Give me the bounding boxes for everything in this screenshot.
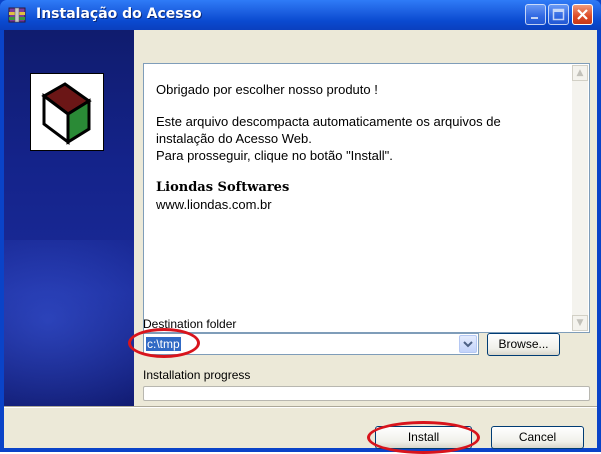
window-title: Instalação do Acesso (36, 6, 202, 22)
close-icon (577, 9, 588, 20)
message-box[interactable]: Obrigado por escolher nosso produto ! Es… (143, 63, 590, 333)
maximize-icon (552, 8, 565, 21)
description-line-2: instalação do Acesso Web. (156, 131, 312, 146)
destination-folder-combo[interactable]: c:\tmp (143, 333, 479, 355)
minimize-icon (531, 17, 538, 19)
maximize-button[interactable] (548, 4, 569, 25)
installer-window: Instalação do Acesso Obrigado por escolh… (0, 0, 601, 454)
close-button[interactable] (572, 4, 593, 25)
company-name: Liondas Softwares (156, 180, 290, 195)
window-client-area: Obrigado por escolher nosso produto ! Es… (4, 30, 597, 454)
chevron-down-icon (463, 341, 473, 348)
title-bar[interactable]: Instalação do Acesso (0, 0, 601, 30)
message-content: Obrigado por escolher nosso produto ! Es… (156, 81, 561, 213)
scroll-up-arrow-icon[interactable]: ▲ (572, 65, 588, 81)
sidebar-glow (4, 240, 134, 406)
description-line-3: Para prosseguir, clique no botão "Instal… (156, 148, 393, 163)
box-logo-icon (41, 82, 92, 145)
install-button[interactable]: Install (375, 426, 472, 449)
company-website: www.liondas.com.br (156, 197, 272, 212)
cancel-button[interactable]: Cancel (491, 426, 584, 449)
message-scrollbar[interactable]: ▲ ▼ (572, 65, 588, 331)
archive-icon (8, 7, 26, 23)
description-line-1: Este arquivo descompacta automaticamente… (156, 114, 501, 129)
installer-sidebar (4, 30, 134, 406)
footer-divider (4, 406, 597, 408)
combo-dropdown-button[interactable] (459, 335, 477, 353)
scroll-down-arrow-icon[interactable]: ▼ (572, 315, 588, 331)
thank-you-text: Obrigado por escolher nosso produto ! (156, 82, 378, 97)
installation-progress-bar (143, 386, 590, 401)
product-logo (30, 73, 104, 151)
installation-progress-label: Installation progress (143, 368, 251, 382)
browse-button[interactable]: Browse... (487, 333, 560, 356)
destination-folder-value[interactable]: c:\tmp (146, 337, 181, 351)
destination-folder-label: Destination folder (143, 317, 237, 331)
minimize-button[interactable] (525, 4, 546, 25)
